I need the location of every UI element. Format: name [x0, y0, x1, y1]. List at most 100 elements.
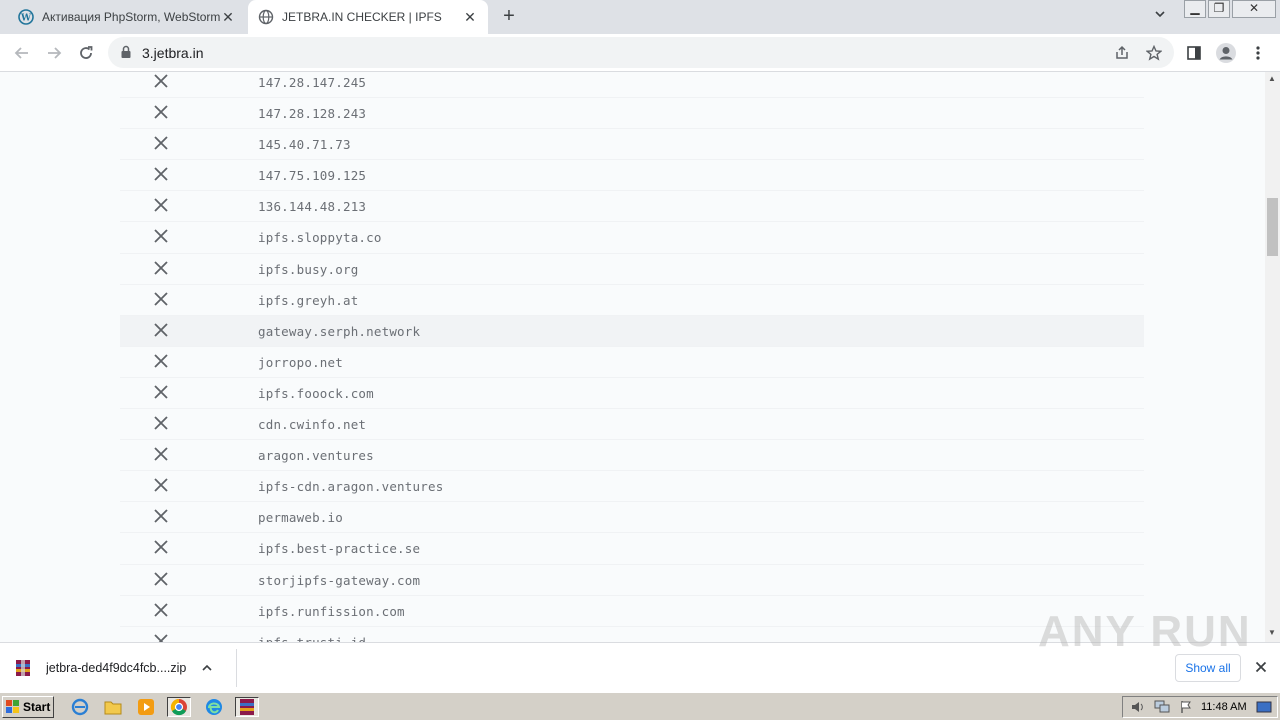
x-icon — [152, 383, 170, 401]
gateway-row: cdn.cwinfo.net — [120, 409, 1144, 441]
gateway-hostname: jorropo.net — [258, 354, 343, 370]
scroll-down-arrow-icon[interactable]: ▼ — [1268, 628, 1276, 637]
vertical-scrollbar[interactable]: ▲ ▼ — [1265, 72, 1280, 642]
gateway-row: 145.40.71.73 — [120, 129, 1144, 161]
more-menu-icon[interactable] — [1246, 41, 1270, 65]
gateway-row: 136.144.48.213 — [120, 191, 1144, 223]
gateway-row: storjipfs-gateway.com — [120, 565, 1144, 596]
x-icon — [152, 445, 170, 463]
side-panel-icon[interactable] — [1182, 41, 1206, 65]
gateway-hostname: ipfs.busy.org — [258, 261, 359, 277]
x-icon — [152, 290, 170, 308]
bookmark-star-icon[interactable] — [1145, 44, 1163, 62]
gateway-hostname: ipfs-cdn.aragon.ventures — [258, 479, 444, 495]
close-download-bar-icon[interactable] — [1252, 658, 1270, 676]
gateway-hostname: 147.28.147.245 — [258, 75, 367, 90]
back-arrow-icon[interactable] — [10, 41, 34, 65]
x-icon — [152, 507, 170, 525]
gateway-row: ipfs.busy.org — [120, 254, 1144, 285]
volume-icon[interactable] — [1129, 699, 1147, 715]
gateway-row: 147.28.147.245 — [120, 72, 1144, 99]
gateway-hostname: aragon.ventures — [258, 448, 374, 464]
gateway-row: ipfs.trusti.id — [120, 627, 1144, 642]
tab-title: Активация PhpStorm, WebStorm, IntelliJ — [42, 10, 220, 24]
close-tab-icon[interactable]: ✕ — [462, 9, 478, 25]
winrar-archive-icon — [14, 659, 32, 677]
x-icon — [152, 165, 170, 183]
windows-logo-icon — [6, 700, 20, 714]
start-label: Start — [23, 700, 51, 714]
globe-icon — [258, 9, 274, 25]
show-desktop-icon[interactable] — [1255, 699, 1273, 715]
network-icon[interactable] — [1153, 699, 1171, 715]
tab-jetbra-checker[interactable]: JETBRA.IN CHECKER | IPFS ✕ — [248, 0, 488, 34]
gateway-list: 147.28.147.245 147.28.128.243 145.40.71.73… — [120, 72, 1144, 642]
x-icon — [152, 72, 170, 90]
tab-activation[interactable]: W Активация PhpStorm, WebStorm, IntelliJ… — [8, 0, 246, 34]
chevron-up-icon[interactable] — [198, 659, 216, 677]
x-icon — [152, 227, 170, 245]
gateway-row: jorropo.net — [120, 347, 1144, 378]
gateway-hostname: cdn.cwinfo.net — [258, 417, 367, 433]
x-icon — [152, 103, 170, 121]
winrar-taskbar-icon[interactable] — [235, 697, 259, 717]
media-player-icon[interactable] — [134, 697, 158, 717]
tab-search-chevron-icon[interactable] — [1150, 8, 1170, 26]
forward-arrow-icon[interactable] — [42, 41, 66, 65]
gateway-hostname: ipfs.sloppyta.co — [258, 230, 382, 246]
action-center-flag-icon[interactable] — [1177, 699, 1195, 715]
chrome-icon[interactable] — [167, 697, 191, 717]
minimize-button[interactable]: ▁ — [1184, 0, 1206, 18]
internet-explorer-icon[interactable] — [68, 697, 92, 717]
address-bar[interactable]: 3.jetbra.in — [108, 37, 1174, 68]
close-window-button[interactable]: ✕ — [1232, 0, 1276, 18]
gateway-row: ipfs.fooock.com — [120, 378, 1144, 410]
profile-avatar-icon[interactable] — [1214, 41, 1238, 65]
share-icon[interactable] — [1113, 44, 1131, 62]
download-filename: jetbra-ded4f9dc4fcb....zip — [46, 661, 187, 675]
x-icon — [152, 632, 170, 642]
gateway-hostname: 145.40.71.73 — [258, 137, 351, 153]
gateway-hostname: storjipfs-gateway.com — [258, 572, 421, 588]
x-icon — [152, 134, 170, 152]
gateway-hostname: 136.144.48.213 — [258, 199, 367, 215]
x-icon — [152, 570, 170, 588]
gateway-hostname: ipfs.best-practice.se — [258, 541, 421, 557]
download-bar: ANY RUN jetbra-ded4f9dc4fcb....zip Show … — [0, 607, 1280, 692]
gateway-row: ipfs.runfission.com — [120, 596, 1144, 627]
reload-icon[interactable] — [74, 41, 98, 65]
tab-title: JETBRA.IN CHECKER | IPFS — [282, 10, 442, 24]
scrollbar-thumb[interactable] — [1267, 198, 1278, 256]
scroll-up-arrow-icon[interactable]: ▲ — [1268, 74, 1276, 83]
download-separator — [236, 649, 237, 687]
x-icon — [152, 259, 170, 277]
file-explorer-icon[interactable] — [101, 697, 125, 717]
gateway-hostname: 147.75.109.125 — [258, 168, 367, 184]
clock: 11:48 AM — [1201, 701, 1247, 713]
x-icon — [152, 321, 170, 339]
gateway-row: ipfs.sloppyta.co — [120, 222, 1144, 254]
gateway-row: gateway.serph.network — [120, 315, 1144, 347]
new-tab-button[interactable]: + — [498, 6, 520, 28]
page-content: 147.28.147.245 147.28.128.243 145.40.71.73… — [0, 72, 1265, 642]
gateway-row: 147.28.128.243 — [120, 98, 1144, 130]
anyrun-watermark: ANY RUN — [1038, 607, 1252, 656]
gateway-row: ipfs.greyh.at — [120, 285, 1144, 316]
wordpress-icon: W — [18, 9, 34, 25]
show-all-button[interactable]: Show all — [1175, 654, 1241, 682]
restore-button[interactable]: ❐ — [1208, 0, 1230, 18]
download-item[interactable]: jetbra-ded4f9dc4fcb....zip — [14, 651, 234, 685]
start-button[interactable]: Start — [2, 696, 54, 718]
gateway-hostname: 147.28.128.243 — [258, 106, 367, 122]
lock-icon[interactable] — [120, 45, 132, 64]
gateway-hostname: permaweb.io — [258, 510, 343, 526]
url-text: 3.jetbra.in — [142, 45, 204, 61]
gateway-row: ipfs.best-practice.se — [120, 533, 1144, 565]
browser-toolbar: 3.jetbra.in — [0, 34, 1280, 72]
edge-icon[interactable] — [202, 697, 226, 717]
gateway-hostname: ipfs.runfission.com — [258, 603, 405, 619]
gateway-row: 147.75.109.125 — [120, 160, 1144, 192]
x-icon — [152, 601, 170, 619]
close-tab-icon[interactable]: ✕ — [220, 9, 236, 25]
svg-text:W: W — [20, 14, 32, 24]
